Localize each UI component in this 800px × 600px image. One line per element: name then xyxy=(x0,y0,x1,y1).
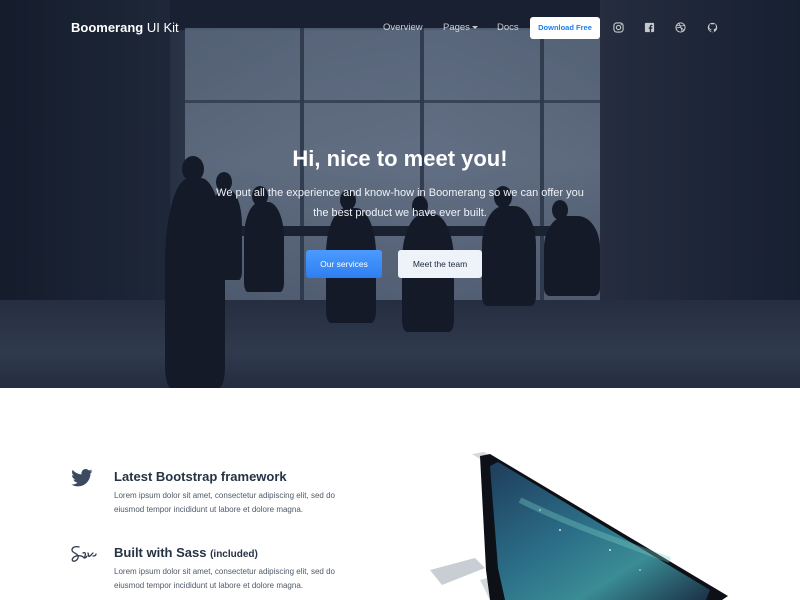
hero-section: Boomerang UI Kit Overview Pages Docs Dow… xyxy=(0,0,800,388)
keyboard xyxy=(430,558,485,585)
our-services-button[interactable]: Our services xyxy=(306,250,382,278)
sass-icon xyxy=(71,545,97,562)
dribbble-icon[interactable] xyxy=(675,22,686,33)
feature-title: Latest Bootstrap framework xyxy=(114,469,287,484)
feature-text: Lorem ipsum dolor sit amet, consectetur … xyxy=(114,491,335,514)
twitter-icon xyxy=(71,469,93,487)
navbar: Boomerang UI Kit Overview Pages Docs Dow… xyxy=(0,0,800,56)
imac-screen xyxy=(490,462,710,600)
hero-title: Hi, nice to meet you! xyxy=(292,146,508,171)
nav-link-docs[interactable]: Docs xyxy=(497,22,519,33)
nav-link-overview[interactable]: Overview xyxy=(383,22,423,33)
instagram-icon[interactable] xyxy=(613,22,624,33)
imac-illustration xyxy=(430,452,728,600)
download-button[interactable]: Download Free xyxy=(530,17,600,39)
caret-down-icon xyxy=(471,25,478,29)
github-icon[interactable] xyxy=(707,22,718,33)
nav-link-pages[interactable]: Pages xyxy=(443,22,478,33)
brand-logo[interactable]: Boomerang UI Kit xyxy=(71,20,179,35)
meet-the-team-button[interactable]: Meet the team xyxy=(398,250,482,278)
hero-lead: We put all the experience and know-how i… xyxy=(216,187,584,219)
facebook-icon[interactable] xyxy=(644,22,655,33)
feature-title: Built with Sass (included) xyxy=(114,545,258,560)
feature-text: Lorem ipsum dolor sit amet, consectetur … xyxy=(114,567,335,590)
